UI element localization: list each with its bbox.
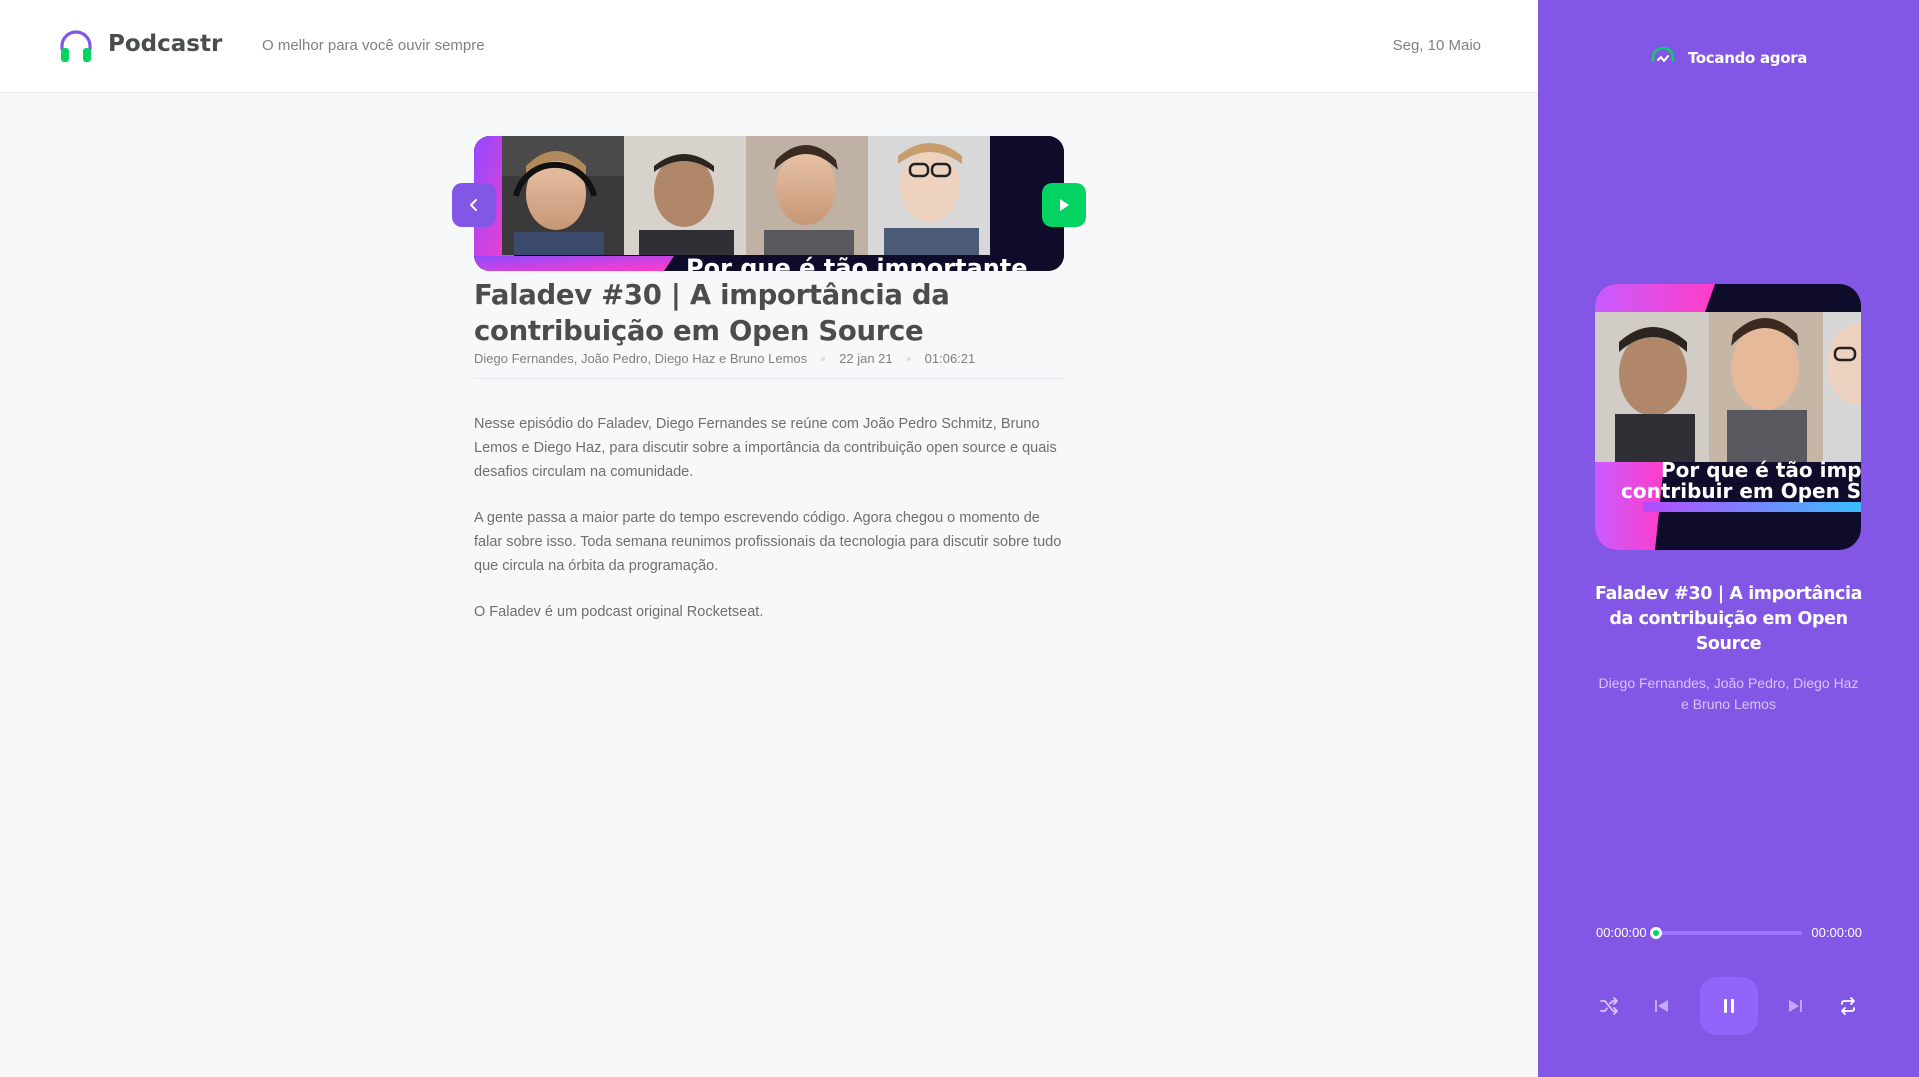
back-button[interactable] xyxy=(452,183,496,227)
app-header: Podcastr O melhor para você ouvir sempre… xyxy=(0,0,1538,93)
episode-title: Faladev #30 | A importância da contribui… xyxy=(474,279,950,347)
chevron-left-icon xyxy=(470,199,477,211)
episode-duration: 01:06:21 xyxy=(924,351,976,366)
playing-now-icon xyxy=(1651,46,1675,62)
player-panel: Tocando agora Por que é tão imp contribu… xyxy=(1538,0,1919,1077)
current-date: Seg, 10 Maio xyxy=(1392,37,1481,54)
pause-button[interactable] xyxy=(1699,977,1758,1035)
thumbnail-caption: Por que é tão importante xyxy=(686,254,1028,271)
player-cover: Por que é tão imp contribuir em Open S xyxy=(1595,284,1861,550)
player-controls xyxy=(1593,977,1864,1035)
next-icon xyxy=(1788,1000,1802,1012)
player-episode-members: Diego Fernandes, João Pedro, Diego Haz e… xyxy=(1598,675,1859,712)
episode-description: Nesse episódio do Faladev, Diego Fernand… xyxy=(474,412,1064,624)
repeat-icon xyxy=(1841,997,1855,1015)
player-cover-art xyxy=(1595,284,1861,550)
episode-thumbnail: Por que é tão importante xyxy=(474,136,1064,271)
header-tagline: O melhor para você ouvir sempre xyxy=(262,37,485,54)
progress-slider[interactable] xyxy=(1649,926,1803,939)
episode-detail: Por que é tão importante Faladev #30 | A… xyxy=(452,136,1086,646)
cover-caption-line2: contribuir em Open S xyxy=(1621,479,1861,503)
previous-icon xyxy=(1655,1000,1669,1012)
progress-handle[interactable] xyxy=(1649,926,1662,939)
shuffle-button[interactable] xyxy=(1593,990,1625,1022)
brand-name: Podcastr xyxy=(108,31,223,57)
player-episode-title: Faladev #30 | A importância da contribui… xyxy=(1594,584,1863,654)
player-heading-label: Tocando agora xyxy=(1687,49,1808,67)
description-paragraph: O Faladev é um podcast original Rocketse… xyxy=(474,604,764,620)
repeat-button[interactable] xyxy=(1832,990,1864,1022)
description-paragraph: A gente passa a maior parte do tempo esc… xyxy=(474,510,1062,574)
progress-area: 00:00:00 00:00:00 xyxy=(1596,925,1862,940)
episode-published-at: 22 jan 21 xyxy=(839,351,893,366)
next-button[interactable] xyxy=(1779,990,1811,1022)
current-time: 00:00:00 xyxy=(1596,925,1647,940)
play-episode-button[interactable] xyxy=(1042,183,1086,227)
episode-thumbnail-art xyxy=(474,136,1064,271)
total-time: 00:00:00 xyxy=(1811,925,1862,940)
player-heading: Tocando agora xyxy=(1538,45,1919,71)
headphones-logo-icon xyxy=(60,30,92,62)
previous-button[interactable] xyxy=(1646,990,1678,1022)
episode-members: Diego Fernandes, João Pedro, Diego Haz e… xyxy=(474,351,808,366)
episode-thumbnail-container: Por que é tão importante xyxy=(452,136,1086,271)
meta-separator xyxy=(821,356,826,361)
shuffle-icon xyxy=(1600,997,1618,1015)
play-icon xyxy=(1060,199,1069,211)
episode-meta: Diego Fernandes, João Pedro, Diego Haz e… xyxy=(474,351,1064,379)
description-paragraph: Nesse episódio do Faladev, Diego Fernand… xyxy=(474,416,1057,480)
meta-separator xyxy=(906,356,911,361)
pause-icon xyxy=(1723,999,1734,1013)
